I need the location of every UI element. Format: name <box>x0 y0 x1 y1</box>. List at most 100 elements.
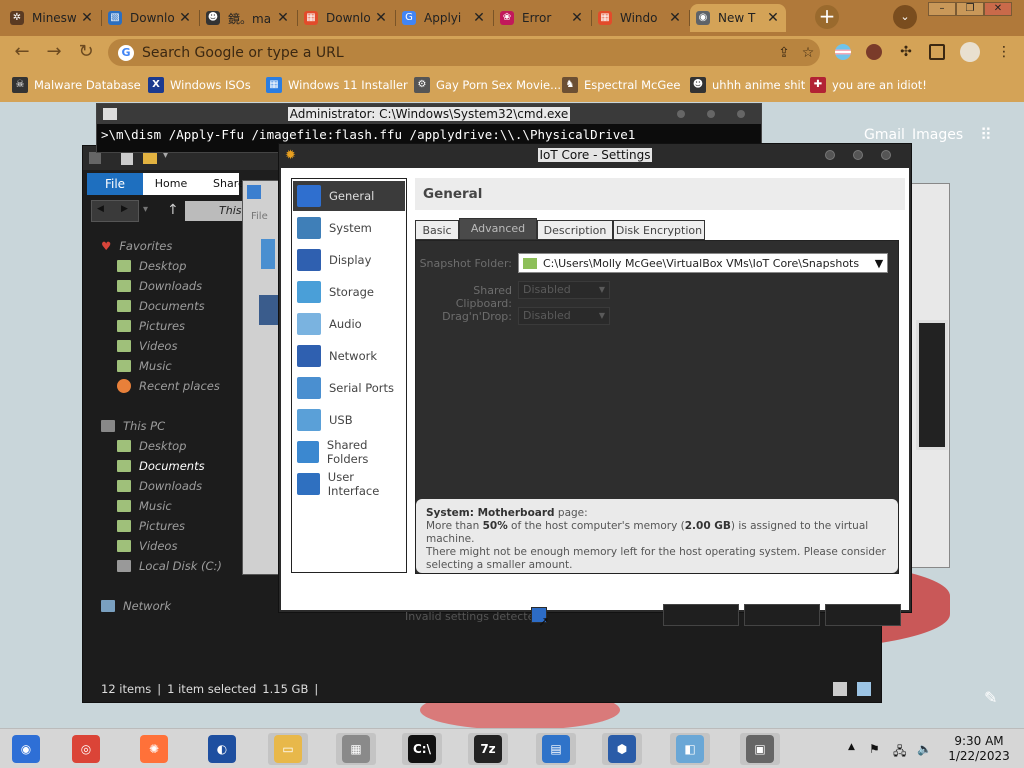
tab-advanced[interactable]: Advanced <box>459 218 537 240</box>
details-view-icon[interactable] <box>833 682 847 696</box>
tab-close-icon[interactable]: ✕ <box>374 10 388 26</box>
profile-extension-icon[interactable] <box>866 44 882 60</box>
share-icon[interactable]: ⇪ <box>772 45 796 61</box>
vbox-tools-icon[interactable] <box>261 239 275 269</box>
volume-icon[interactable]: 🔈 <box>917 742 932 756</box>
help-button[interactable] <box>825 604 901 626</box>
side-panel-icon[interactable] <box>929 44 945 60</box>
obama-taskbar-icon[interactable]: ◐ <box>202 733 242 765</box>
extensions-puzzle-icon[interactable]: ✣ <box>898 44 914 60</box>
sidebar-item[interactable]: Local Disk (C:) <box>117 557 222 575</box>
ok-button[interactable] <box>663 604 739 626</box>
gmail-link[interactable]: Gmail <box>864 127 905 143</box>
bookmark-star-icon[interactable]: ☆ <box>796 45 820 61</box>
virtualbox-taskbar-icon[interactable]: ⬢ <box>602 733 642 765</box>
settings-app-taskbar-icon[interactable]: ▤ <box>536 733 576 765</box>
nav-item-user-interface[interactable]: User Interface <box>293 469 405 499</box>
system-clock[interactable]: 9:30 AM 1/22/2023 <box>938 734 1020 764</box>
this-pc-header[interactable]: This PC <box>101 417 165 435</box>
network-icon[interactable]: 🖧 <box>893 742 906 763</box>
profile-avatar-icon[interactable] <box>960 42 980 62</box>
package-taskbar-icon[interactable]: ▦ <box>336 733 376 765</box>
recent-dropdown-icon[interactable]: ▾ <box>143 204 148 215</box>
browser-tab[interactable]: G Applyi ✕ <box>396 4 492 32</box>
tab-close-icon[interactable]: ✕ <box>766 10 780 26</box>
start-button[interactable]: ◉ <box>6 733 46 765</box>
chrome-menu-icon[interactable]: ⋮ <box>996 44 1012 60</box>
tab-disk-encryption[interactable]: Disk Encryption <box>613 220 705 240</box>
sidebar-item[interactable]: Pictures <box>117 517 185 535</box>
tab-basic[interactable]: Basic <box>415 220 459 240</box>
sidebar-item[interactable]: Pictures <box>117 317 185 335</box>
bookmark-item[interactable]: ☻ uhhh anime shit <box>690 76 805 94</box>
tab-close-icon[interactable]: ✕ <box>80 10 94 26</box>
7zip-taskbar-icon[interactable]: 7z <box>468 733 508 765</box>
omnibox[interactable]: G Search Google or type a URL ⇪ ☆ <box>108 39 820 66</box>
cmd-minimize-button[interactable] <box>677 110 685 118</box>
properties-icon[interactable] <box>121 151 133 165</box>
installer-taskbar-icon[interactable]: ▣ <box>740 733 780 765</box>
tab-close-icon[interactable]: ✕ <box>668 10 682 26</box>
ribbon-file-tab[interactable]: File <box>87 173 143 195</box>
notepad-taskbar-icon[interactable]: ◧ <box>670 733 710 765</box>
bookmark-item[interactable]: ▦ Windows 11 Installer <box>266 76 408 94</box>
browser-tab[interactable]: ▦ Windo ✕ <box>592 4 688 32</box>
snapshot-folder-select[interactable]: C:\Users\Molly McGee\VirtualBox VMs\IoT … <box>518 253 888 273</box>
chrome-taskbar-icon[interactable]: ◎ <box>66 733 106 765</box>
address-bar[interactable]: This <box>185 201 245 221</box>
vbox-file-menu[interactable]: File <box>251 211 268 222</box>
nav-item-serial-ports[interactable]: Serial Ports <box>293 373 405 403</box>
cmd-taskbar-icon[interactable]: C:\ <box>402 733 442 765</box>
nav-item-general[interactable]: General <box>293 181 405 211</box>
sidebar-item[interactable]: Desktop <box>117 257 186 275</box>
tab-close-icon[interactable]: ✕ <box>472 10 486 26</box>
large-icons-view-icon[interactable] <box>857 682 871 696</box>
tab-close-icon[interactable]: ✕ <box>570 10 584 26</box>
tab-description[interactable]: Description <box>537 220 613 240</box>
customize-pencil-icon[interactable]: ✎ <box>984 688 997 707</box>
tray-overflow-icon[interactable]: ▲ <box>848 742 855 752</box>
sidebar-item[interactable]: Videos <box>117 537 177 555</box>
nav-item-storage[interactable]: Storage <box>293 277 405 307</box>
bookmark-item[interactable]: ☠ Malware Database <box>12 76 141 94</box>
cmd-close-button[interactable] <box>737 110 745 118</box>
back-icon[interactable]: ◀ <box>97 204 104 214</box>
forward-arrow-icon[interactable]: → <box>42 40 66 64</box>
back-arrow-icon[interactable]: ← <box>10 40 34 64</box>
sidebar-item[interactable]: Downloads <box>117 477 202 495</box>
forward-icon[interactable]: ▶ <box>121 204 128 214</box>
browser-tab[interactable]: ▧ Downlo ✕ <box>102 4 198 32</box>
sidebar-item[interactable]: Music <box>117 497 172 515</box>
new-folder-icon[interactable] <box>143 152 157 164</box>
images-link[interactable]: Images <box>912 127 963 143</box>
bookmark-item[interactable]: ✚ you are an idiot! <box>810 76 927 94</box>
nav-item-display[interactable]: Display <box>293 245 405 275</box>
browser-tab[interactable]: ✲ Minesw ✕ <box>4 4 100 32</box>
sidebar-item[interactable]: Desktop <box>117 437 186 455</box>
settings-minimize-button[interactable] <box>825 150 835 160</box>
browser-tab[interactable]: ▦ Downlo ✕ <box>298 4 394 32</box>
sidebar-item[interactable]: Videos <box>117 337 177 355</box>
tab-search-button[interactable]: ⌄ <box>893 5 917 29</box>
tab-close-icon[interactable]: ✕ <box>178 10 192 26</box>
sidebar-item[interactable]: Music <box>117 357 172 375</box>
network-item[interactable]: Network <box>101 597 171 615</box>
sidebar-item[interactable]: Recent places <box>117 377 220 395</box>
restore-button[interactable]: ❐ <box>956 2 984 16</box>
ribbon-share-tab[interactable]: Share <box>199 173 245 195</box>
minimize-button[interactable]: – <box>928 2 956 16</box>
drag-drop-select[interactable]: Disabled ▼ <box>518 307 610 325</box>
nav-item-shared-folders[interactable]: Shared Folders <box>293 437 405 467</box>
nav-item-system[interactable]: System <box>293 213 405 243</box>
browser-tab[interactable]: ◉ New T ✕ <box>690 4 786 32</box>
sidebar-item[interactable]: Documents <box>117 297 205 315</box>
nav-item-network[interactable]: Network <box>293 341 405 371</box>
up-arrow-icon[interactable]: ↑ <box>167 202 179 218</box>
favorites-header[interactable]: ♥ Favorites <box>101 237 172 255</box>
cmd-maximize-button[interactable] <box>707 110 715 118</box>
new-tab-button[interactable]: + <box>815 5 839 29</box>
flag-icon[interactable]: ⚑ <box>869 742 880 756</box>
google-apps-icon[interactable]: ⠿ <box>980 125 1000 145</box>
sidebar-item[interactable]: Downloads <box>117 277 202 295</box>
bookmark-item[interactable]: X Windows ISOs <box>148 76 251 94</box>
